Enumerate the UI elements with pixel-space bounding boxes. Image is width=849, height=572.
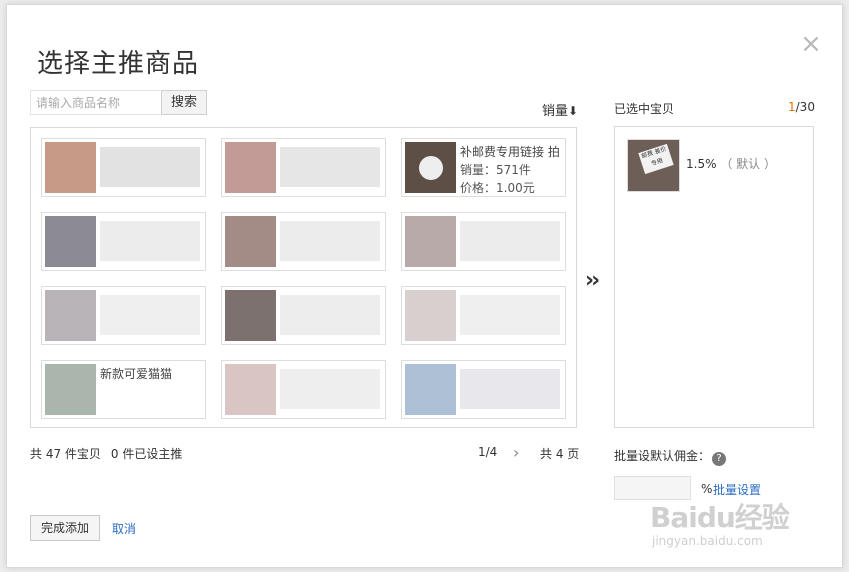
- watermark-brand: Baidu经验: [650, 501, 790, 534]
- product-card[interactable]: [221, 212, 386, 271]
- product-card[interactable]: [41, 212, 206, 271]
- page-indicator: 1/4: [478, 445, 498, 459]
- product-card[interactable]: 补邮费专用链接 拍 销量：571件 价格：1.00元: [401, 138, 566, 197]
- watermark-url: jingyan.baidu.com: [652, 534, 763, 548]
- dialog-title: 选择主推商品: [37, 49, 200, 79]
- total-count: 共 47 件宝贝: [30, 447, 101, 461]
- selected-list: 邮费 差价 专用 1.5% （ 默认 ）: [614, 126, 814, 428]
- product-thumbnail: [45, 364, 96, 415]
- close-icon[interactable]: ×: [800, 31, 822, 57]
- product-price: 价格：1.00元: [460, 181, 535, 195]
- product-thumbnail: [45, 142, 96, 193]
- product-sales: 销量：571件: [460, 163, 531, 177]
- product-grid: 补邮费专用链接 拍 销量：571件 价格：1.00元 新款可爱猫猫: [30, 127, 577, 428]
- product-title: 补邮费专用链接 拍: [460, 145, 560, 159]
- product-thumbnail: [225, 290, 276, 341]
- product-thumbnail: [405, 216, 456, 267]
- batch-commission-label: 批量设默认佣金：?: [614, 447, 727, 466]
- product-thumbnail: [405, 142, 456, 193]
- page-total: 共 4 页: [540, 447, 580, 461]
- search-input[interactable]: [30, 90, 160, 115]
- postage-tag-image: 邮费 差价 专用: [638, 143, 674, 175]
- sort-label: 销量: [542, 104, 569, 119]
- finish-add-button[interactable]: 完成添加: [30, 515, 100, 541]
- product-thumbnail: [225, 142, 276, 193]
- product-thumbnail: [405, 364, 456, 415]
- search-button[interactable]: 搜索: [161, 90, 207, 115]
- product-thumbnail: [45, 290, 96, 341]
- cancel-link[interactable]: 取消: [112, 520, 136, 537]
- product-card[interactable]: [221, 286, 386, 345]
- product-card[interactable]: [401, 286, 566, 345]
- chevron-right-icon[interactable]: ›: [513, 443, 519, 462]
- transfer-icon[interactable]: ››: [585, 268, 600, 293]
- product-thumbnail: [225, 364, 276, 415]
- product-card[interactable]: [221, 360, 386, 419]
- help-icon[interactable]: ?: [712, 452, 727, 466]
- product-title: 新款可爱猫猫: [100, 367, 173, 381]
- product-card[interactable]: [41, 138, 206, 197]
- product-card[interactable]: 新款可爱猫猫: [41, 360, 206, 419]
- product-card[interactable]: [401, 360, 566, 419]
- product-thumbnail: [45, 216, 96, 267]
- arrow-down-icon: ⬇: [568, 104, 579, 118]
- baidu-watermark: Baidu经验 jingyan.baidu.com: [650, 490, 840, 560]
- sort-by-sales[interactable]: 销量⬇: [542, 100, 578, 119]
- selected-header: 已选中宝贝: [614, 102, 675, 116]
- selected-item-thumbnail[interactable]: 邮费 差价 专用: [627, 139, 680, 192]
- product-card[interactable]: [221, 138, 386, 197]
- selected-item-commission: 1.5% （ 默认 ）: [686, 157, 776, 171]
- pagination: 1/4 › 共 4 页: [478, 443, 579, 462]
- product-card[interactable]: [401, 212, 566, 271]
- product-card[interactable]: [41, 286, 206, 345]
- product-thumbnail: [225, 216, 276, 267]
- featured-count: 0 件已设主推: [110, 447, 183, 461]
- selected-count: 1/30: [788, 100, 815, 114]
- product-thumbnail: [405, 290, 456, 341]
- product-count: 共 47 件宝贝 0 件已设主推: [30, 445, 182, 462]
